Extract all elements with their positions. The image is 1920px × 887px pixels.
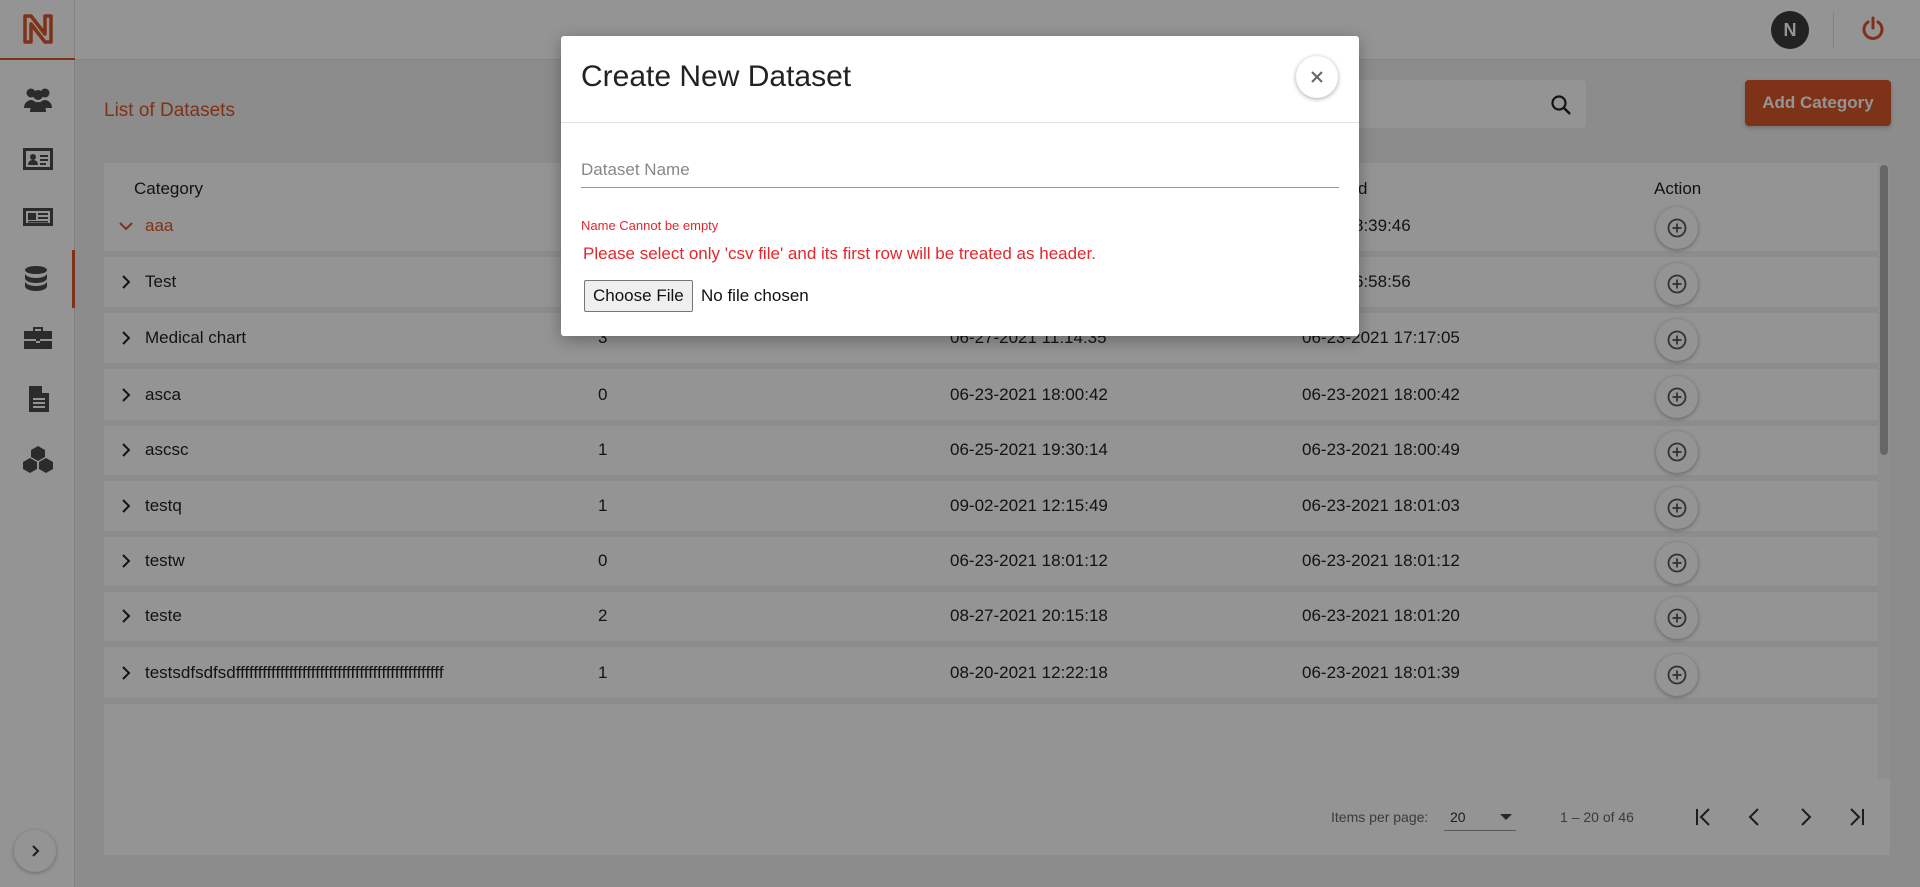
- choose-file-button[interactable]: Choose File: [584, 280, 693, 312]
- dialog-title: Create New Dataset: [581, 60, 852, 93]
- close-button[interactable]: [1296, 56, 1338, 98]
- csv-note: Please select only 'csv file' and its fi…: [583, 244, 1096, 263]
- close-icon: [1311, 71, 1323, 83]
- file-status: No file chosen: [701, 286, 809, 305]
- dialog-divider: [561, 122, 1359, 123]
- dataset-name-input[interactable]: [581, 152, 1339, 188]
- create-dataset-dialog: Create New Dataset Name Cannot be empty …: [561, 36, 1359, 336]
- name-error: Name Cannot be empty: [581, 218, 719, 233]
